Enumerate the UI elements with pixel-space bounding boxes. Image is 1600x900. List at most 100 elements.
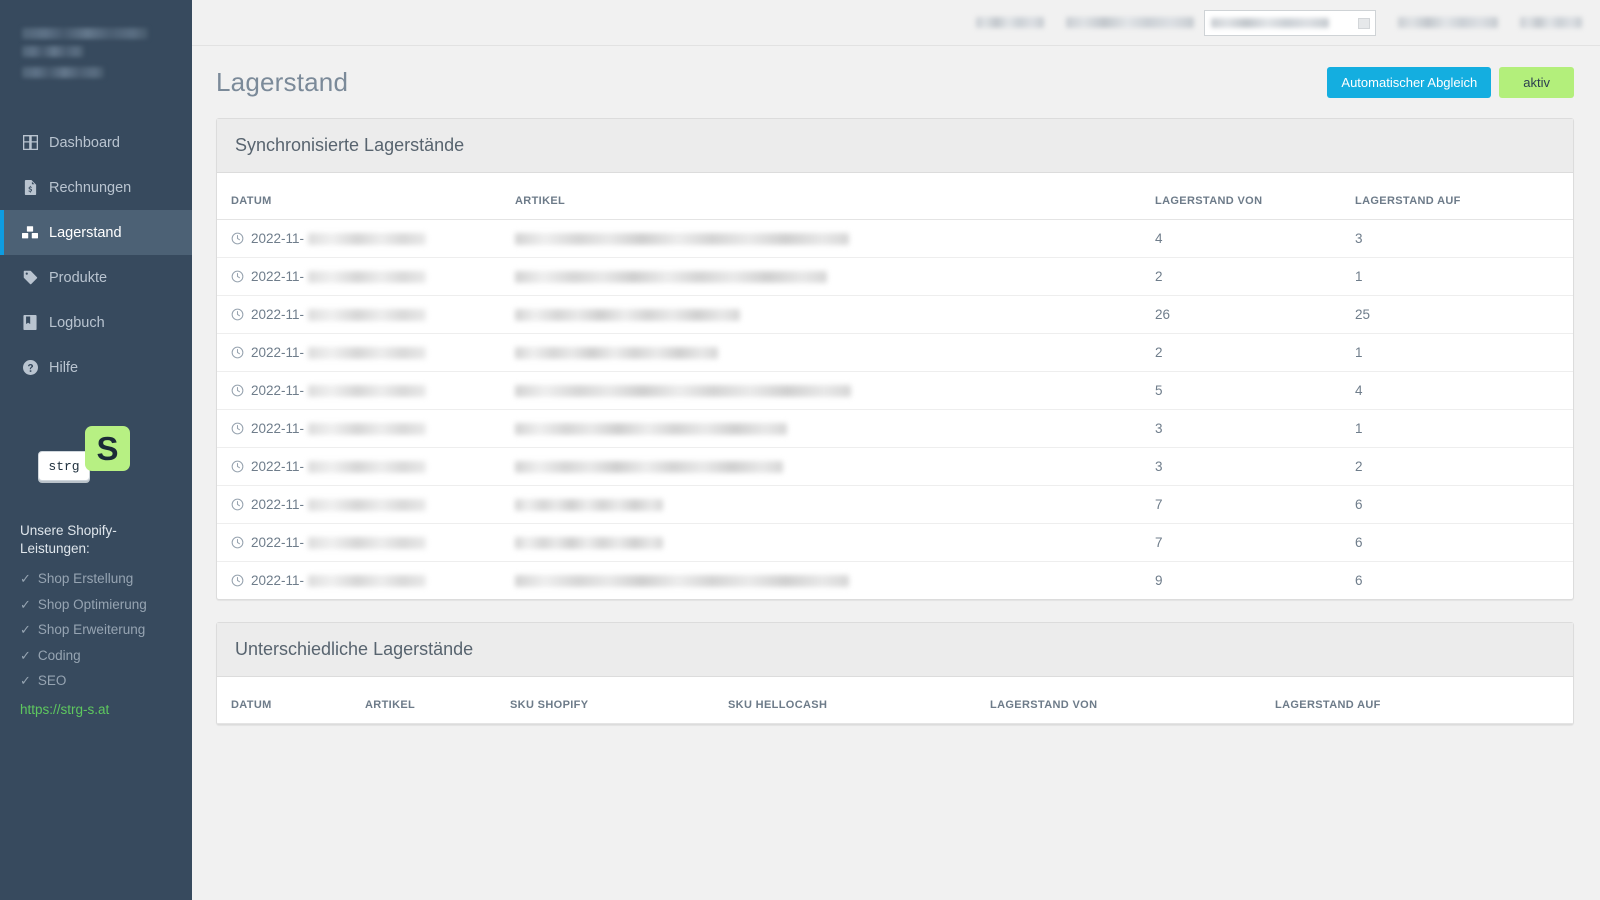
date-redacted	[308, 270, 427, 283]
promo-title: Unsere Shopify-Leistungen:	[20, 523, 117, 556]
brand-line-1	[22, 28, 148, 39]
column-header-lagerstand-von: LAGERSTAND VON	[982, 677, 1267, 724]
cell-lagerstand-auf: 6	[1347, 523, 1573, 562]
date-redacted	[308, 498, 427, 511]
date-prefix: 2022-11-	[251, 307, 305, 322]
table-row[interactable]: 2022-11- 5 4	[217, 371, 1573, 410]
clock-icon	[231, 574, 244, 587]
topbar-item-1[interactable]	[976, 17, 1044, 28]
date-redacted	[308, 384, 427, 397]
date-value: 2022-11-	[251, 345, 427, 360]
cell-datum: 2022-11-	[217, 409, 507, 448]
date-redacted	[308, 460, 427, 473]
table-row[interactable]: 2022-11- 7 6	[217, 485, 1573, 524]
cell-artikel	[507, 447, 1147, 486]
cell-artikel	[507, 295, 1147, 334]
column-header-sku-hellocash: SKU HELLOCASH	[720, 677, 982, 724]
promo-item-label: Shop Optimierung	[37, 596, 147, 612]
cell-lagerstand-von: 5	[1147, 371, 1347, 410]
strg-logo-letter: S	[85, 426, 130, 471]
clock-icon	[231, 346, 244, 359]
cell-datum: 2022-11-	[217, 295, 507, 334]
sidebar-item-label: Lagerstand	[49, 224, 122, 241]
table-row[interactable]: 2022-11- 2 1	[217, 257, 1573, 296]
cell-lagerstand-auf: 2	[1347, 447, 1573, 486]
invoice-icon	[22, 180, 38, 196]
boxes-icon	[22, 225, 38, 241]
cell-datum: 2022-11-	[217, 523, 507, 562]
clock-icon	[231, 308, 244, 321]
date-prefix: 2022-11-	[251, 573, 305, 588]
column-header-lagerstand-auf: LAGERSTAND AUF	[1347, 173, 1573, 220]
cell-lagerstand-von: 9	[1155, 573, 1163, 588]
status-badge-aktiv[interactable]: aktiv	[1499, 66, 1574, 98]
promo-item-label: Shop Erstellung	[37, 571, 134, 586]
page-header-actions: Automatischer Abgleich aktiv	[1327, 66, 1574, 98]
cell-lagerstand-von: 7	[1147, 485, 1347, 524]
clock-icon	[231, 384, 244, 397]
sidebar: Dashboard Rechnungen Lagerstand Produkte	[0, 0, 192, 900]
clock-icon	[231, 422, 244, 435]
strg-key-cap: strg	[38, 451, 90, 481]
topbar-item-3[interactable]	[1398, 17, 1498, 28]
table-header-row: DATUM ARTIKEL SKU SHOPIFY SKU HELLOCASH …	[217, 677, 1573, 724]
panel-unterschiedliche-lagerstaende: Unterschiedliche Lagerstände DATUM ARTIK…	[216, 622, 1574, 725]
date-value: 2022-11-	[251, 573, 427, 588]
book-icon	[22, 315, 38, 331]
column-header-sku-shopify: SKU SHOPIFY	[502, 677, 720, 724]
promo-link[interactable]: https://strg-s.at	[20, 702, 172, 717]
brand-line-3	[22, 67, 104, 78]
date-prefix: 2022-11-	[251, 535, 305, 550]
cell-artikel	[507, 409, 1147, 448]
date-prefix: 2022-11-	[251, 231, 305, 246]
sidebar-item-label: Produkte	[49, 269, 108, 286]
sidebar-item-hilfe[interactable]: Hilfe	[0, 345, 192, 390]
sidebar-item-logbuch[interactable]: Logbuch	[0, 300, 192, 345]
article-redacted	[515, 233, 849, 246]
main-content: Lagerstand Automatischer Abgleich aktiv …	[192, 0, 1600, 900]
cell-datum: 2022-11-	[217, 371, 507, 410]
promo-item-label: Coding	[37, 647, 81, 663]
clock-icon	[231, 270, 244, 283]
column-header-datum: DATUM	[217, 677, 357, 724]
cell-lagerstand-auf: 1	[1347, 333, 1573, 372]
table-row[interactable]: 2022-11- 9 6	[217, 562, 1573, 600]
cell-lagerstand-auf: 1	[1347, 409, 1573, 448]
article-redacted	[515, 309, 740, 322]
promo-block: Unsere Shopify-Leistungen: ✓ Shop Erstel…	[0, 522, 192, 717]
sidebar-item-rechnungen[interactable]: Rechnungen	[0, 165, 192, 210]
cell-lagerstand-von: 3	[1147, 409, 1347, 448]
cell-datum: 2022-11-	[217, 447, 507, 486]
table-row[interactable]: 2022-11- 3 1	[217, 409, 1573, 448]
clock-icon	[231, 536, 244, 549]
table-row[interactable]: 2022-11- 2 1	[217, 333, 1573, 372]
strg-logo[interactable]: strg S	[0, 418, 192, 510]
sidebar-item-lagerstand[interactable]: Lagerstand	[0, 210, 192, 255]
article-redacted	[515, 385, 851, 398]
table-header-row: DATUM ARTIKEL LAGERSTAND VON LAGERSTAND …	[217, 173, 1573, 220]
table-row[interactable]: 2022-11- 3 2	[217, 447, 1573, 486]
clock-icon	[231, 232, 244, 245]
automatischer-abgleich-button[interactable]: Automatischer Abgleich	[1327, 66, 1492, 98]
sidebar-item-produkte[interactable]: Produkte	[0, 255, 192, 300]
date-value: 2022-11-	[251, 307, 427, 322]
article-redacted	[515, 499, 663, 512]
clock-icon	[231, 498, 244, 511]
topbar-item-4[interactable]	[1520, 17, 1582, 28]
topbar-select-label	[1066, 17, 1194, 28]
table-row[interactable]: 2022-11- 26 25	[217, 295, 1573, 334]
date-value: 2022-11-	[251, 269, 427, 284]
synced-table-body: 2022-11- 4 3 2022-11- 2 1 2022-11- 26 25 2022-11-…	[217, 219, 1573, 600]
article-redacted	[515, 347, 718, 360]
panel-title: Synchronisierte Lagerstände	[217, 119, 1573, 173]
table-row[interactable]: 2022-11- 7 6	[217, 523, 1573, 562]
cell-datum: 2022-11-	[217, 562, 507, 600]
cell-lagerstand-von: 26	[1147, 295, 1347, 334]
topbar-select[interactable]	[1204, 9, 1376, 36]
table-row[interactable]: 2022-11- 4 3	[217, 219, 1573, 258]
sidebar-item-dashboard[interactable]: Dashboard	[0, 120, 192, 165]
synced-table-head: DATUM ARTIKEL LAGERSTAND VON LAGERSTAND …	[217, 173, 1573, 220]
cell-lagerstand-von: 2	[1147, 257, 1347, 296]
sidebar-nav: Dashboard Rechnungen Lagerstand Produkte	[0, 120, 192, 390]
cell-lagerstand-von: 2	[1147, 333, 1347, 372]
